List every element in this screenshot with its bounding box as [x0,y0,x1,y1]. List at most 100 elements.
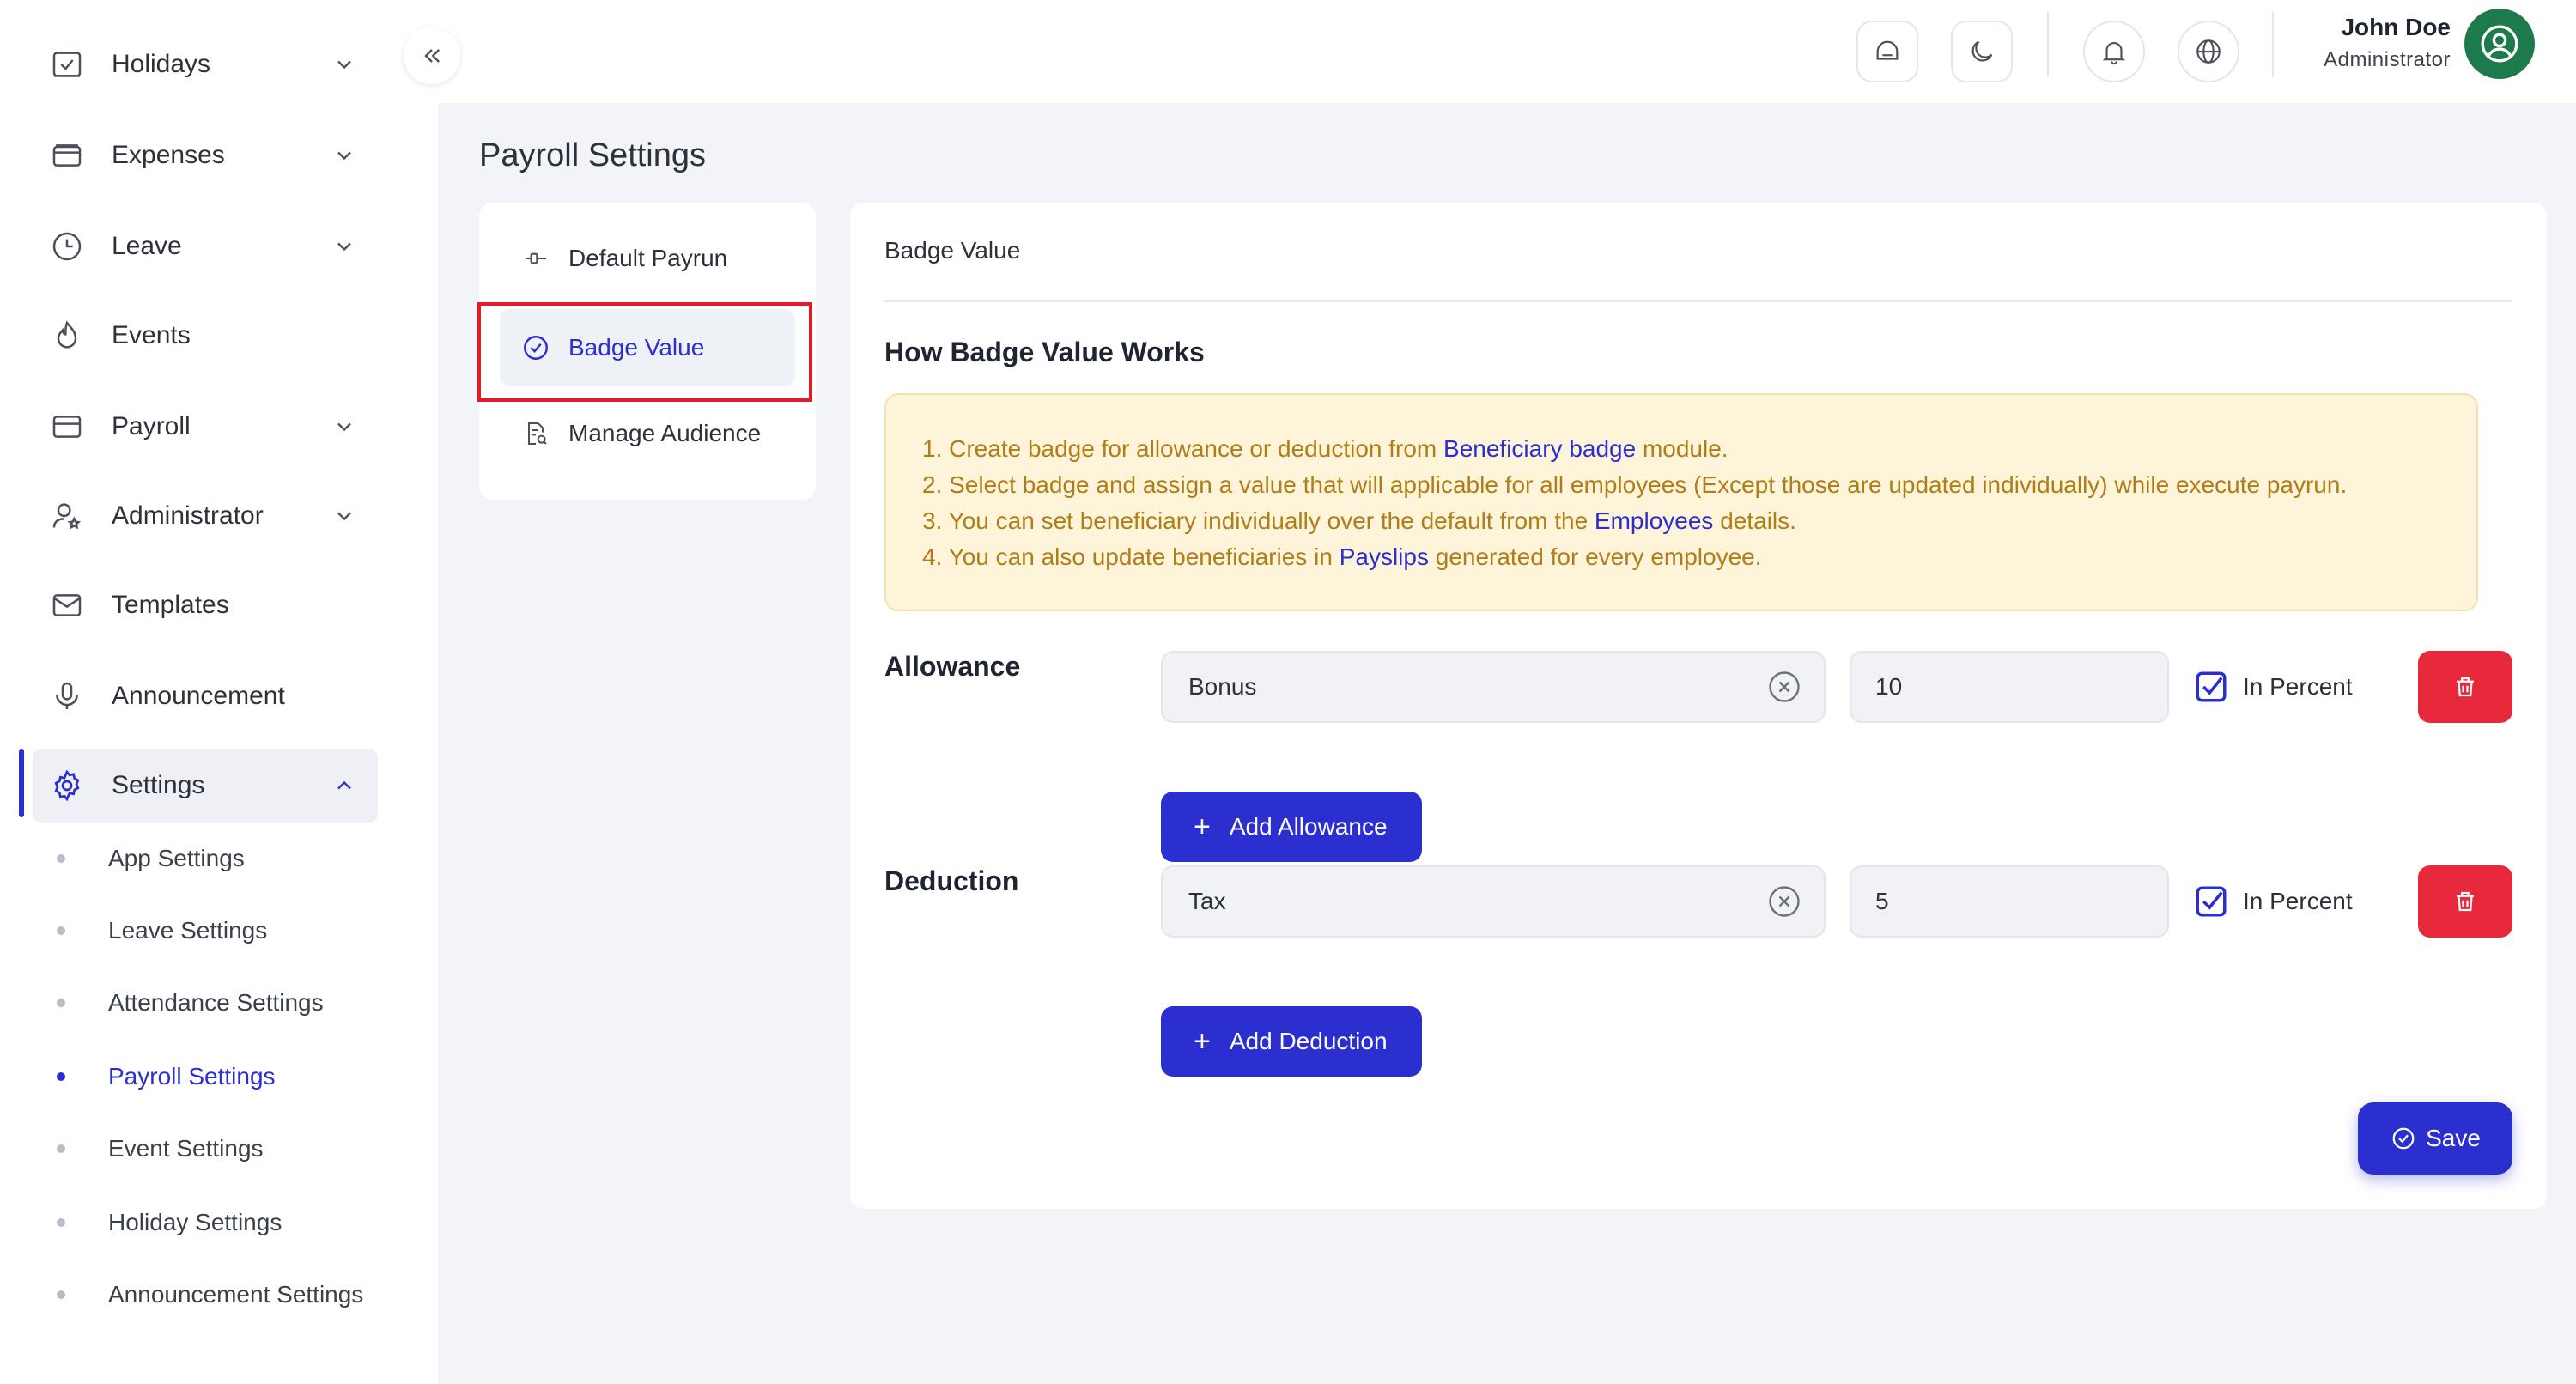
selected-value: Bonus [1188,673,1257,700]
clear-icon[interactable] [1765,668,1803,706]
button-label: Add Allowance [1229,813,1388,840]
sidebar-subitem-label: Payroll Settings [108,1063,276,1090]
sidebar-subitem-label: Event Settings [108,1135,264,1162]
divider [2047,12,2049,77]
info-line-2: 2. Select badge and assign a value that … [922,471,2348,498]
beneficiary-badge-link[interactable]: Beneficiary badge [1443,435,1636,462]
sidebar-item-templates[interactable]: Templates [33,568,378,642]
sidebar: Holidays Expenses Leave Events Payroll A… [0,0,438,1384]
sidebar-item-leave[interactable]: Leave [33,209,378,283]
save-button[interactable]: Save [2358,1102,2512,1175]
badge-value-card: Badge Value How Badge Value Works 1. Cre… [850,203,2547,1209]
sidebar-subitem-label: App Settings [108,845,245,871]
allowance-badge-select[interactable]: Bonus [1161,651,1826,723]
allowance-label: Allowance [884,651,1021,682]
employees-link[interactable]: Employees [1595,507,1714,534]
sidebar-item-administrator[interactable]: Administrator [33,479,378,553]
bullet-dot [57,926,65,935]
tab-badge-value[interactable]: Badge Value [500,309,795,386]
delete-deduction-button[interactable] [2418,865,2512,938]
card-title: Badge Value [884,237,1021,264]
chevron-down-icon [330,232,359,261]
tab-default-payrun[interactable]: Default Payrun [500,220,795,297]
deduction-value-input[interactable] [1850,865,2169,938]
card-icon [48,408,86,446]
tab-label: Badge Value [568,334,705,361]
moon-icon [1971,40,1993,62]
chat-button[interactable] [1856,21,1918,82]
notifications-button[interactable] [2083,21,2145,82]
delete-allowance-button[interactable] [2418,651,2512,723]
sidebar-item-label: Announcement [112,682,285,710]
divider [884,300,2512,302]
chevron-down-icon [330,412,359,441]
allowance-value-input[interactable] [1850,651,2169,723]
bell-icon [2102,42,2126,65]
bullet-dot [57,999,65,1007]
bullet-dot [57,1144,65,1153]
checkbox-label: In Percent [2243,673,2353,700]
divider [2272,12,2274,77]
add-deduction-button[interactable]: + Add Deduction [1161,1006,1422,1077]
chevron-down-icon [330,141,359,170]
sidebar-subitem-label: Holiday Settings [108,1209,283,1235]
sidebar-item-announcement[interactable]: Announcement [33,659,378,733]
allowance-percent-checkbox[interactable]: In Percent [2193,651,2353,723]
language-button[interactable] [2178,21,2239,82]
sidebar-subitem-payroll-settings[interactable]: Payroll Settings [57,1051,426,1102]
checkbox-checked-icon [2193,669,2229,705]
sidebar-item-events[interactable]: Events [33,299,378,373]
payslips-link[interactable]: Payslips [1340,543,1429,570]
tab-manage-audience[interactable]: Manage Audience [500,395,795,472]
calendar-check-icon [48,46,86,83]
flame-icon [48,317,86,355]
chat-icon [1876,40,1899,60]
sidebar-item-label: Leave [112,232,182,260]
deduction-percent-checkbox[interactable]: In Percent [2193,865,2353,938]
microphone-icon [48,677,86,715]
info-line-4: 4. You can also update beneficiaries in … [922,543,1762,570]
sidebar-item-label: Settings [112,771,205,799]
user-role: Administrator [2324,48,2451,71]
collapse-sidebar-button[interactable] [404,27,460,84]
sidebar-item-holidays[interactable]: Holidays [33,27,378,101]
add-allowance-button[interactable]: + Add Allowance [1161,792,1422,862]
sidebar-subitem-announcement-settings[interactable]: Announcement Settings [57,1269,426,1320]
checkbox-label: In Percent [2243,888,2353,914]
sidebar-subitem-leave-settings[interactable]: Leave Settings [57,905,426,956]
sidebar-item-settings[interactable]: Settings [33,749,378,823]
clear-icon[interactable] [1765,883,1803,920]
gear-icon [48,767,86,804]
sidebar-subitem-label: Attendance Settings [108,989,324,1016]
section-heading: How Badge Value Works [884,337,1205,367]
plus-icon: + [1194,810,1211,843]
chevrons-left-icon [424,49,440,63]
trash-icon [2457,677,2474,697]
sidebar-item-label: Holidays [112,50,211,78]
user-icon [2481,25,2518,63]
chevron-down-icon [330,501,359,531]
deduction-badge-select[interactable]: Tax [1161,865,1826,938]
user-name: John Doe [2341,14,2451,40]
sidebar-subitem-attendance-settings[interactable]: Attendance Settings [57,977,426,1029]
sidebar-item-expenses[interactable]: Expenses [33,118,378,192]
page-title: Payroll Settings [479,137,707,173]
tab-label: Manage Audience [568,420,762,446]
plus-icon: + [1194,1025,1211,1058]
dark-mode-button[interactable] [1951,21,2013,82]
wallet-icon [48,137,86,174]
mail-icon [48,586,86,624]
sidebar-item-label: Templates [112,591,229,619]
sidebar-subitem-app-settings[interactable]: App Settings [57,833,426,884]
sidebar-item-payroll[interactable]: Payroll [33,390,378,464]
button-label: Add Deduction [1229,1028,1388,1054]
selected-value: Tax [1188,888,1226,914]
bullet-dot [57,854,65,863]
sidebar-item-label: Administrator [112,501,264,530]
avatar[interactable] [2464,9,2535,79]
sidebar-item-label: Expenses [112,141,225,169]
sidebar-subitem-event-settings[interactable]: Event Settings [57,1123,426,1175]
sidebar-subitem-holiday-settings[interactable]: Holiday Settings [57,1197,426,1248]
sidebar-item-label: Payroll [112,412,191,440]
check-circle-icon [2390,1125,2417,1152]
